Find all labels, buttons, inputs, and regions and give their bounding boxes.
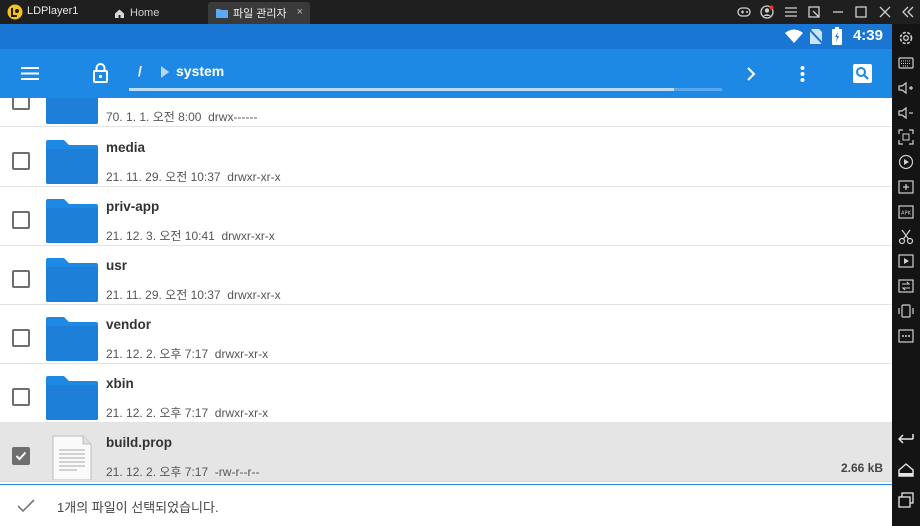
document-icon [52, 435, 92, 480]
emulator-side-toolbar: APK [892, 24, 920, 526]
volume-down-icon[interactable] [898, 105, 914, 121]
row-checkbox[interactable] [12, 270, 30, 288]
emulator-titlebar: LDPlayer1 Home 파일 관리자 × [0, 0, 920, 24]
home-icon[interactable] [898, 462, 914, 478]
file-meta: 70. 1. 1. 오전 8:00 drwx------ [106, 110, 258, 124]
file-size: 2.66 kB [840, 461, 883, 475]
tab-home-label: Home [130, 7, 160, 19]
file-name: build.prop [106, 435, 172, 450]
svg-text:APK: APK [901, 211, 911, 217]
account-icon[interactable] [756, 0, 780, 24]
path-root[interactable]: / [138, 63, 142, 79]
popout-icon[interactable] [803, 0, 827, 24]
status-bar: 4:39 [0, 24, 892, 49]
path-segment-system[interactable]: system [176, 63, 224, 79]
folder-icon [46, 258, 98, 302]
row-checkbox[interactable] [12, 329, 30, 347]
video-icon[interactable] [898, 253, 914, 269]
path-separator-icon [161, 66, 169, 78]
no-sim-icon [809, 28, 823, 45]
file-meta: 21. 12. 2. 오후 7:17 -rw-r--r-- [106, 465, 260, 479]
sync-icon[interactable] [898, 278, 914, 294]
file-meta: 21. 11. 29. 오전 10:37 drwxr-xr-x [106, 288, 281, 302]
folder-icon [46, 376, 98, 420]
chevron-right-icon[interactable] [747, 67, 756, 81]
tab-close-icon[interactable]: × [297, 6, 303, 18]
list-item[interactable]: usr 21. 11. 29. 오전 10:37 drwxr-xr-x [0, 246, 892, 305]
list-item-selected[interactable]: build.prop 21. 12. 2. 오후 7:17 -rw-r--r--… [0, 423, 892, 482]
wifi-icon [785, 29, 803, 43]
file-meta: 21. 12. 2. 오후 7:17 drwxr-xr-x [106, 406, 269, 420]
add-app-icon[interactable] [898, 179, 914, 195]
file-meta: 21. 12. 2. 오후 7:17 drwxr-xr-x [106, 347, 269, 361]
tab-file-manager[interactable]: 파일 관리자 × [208, 2, 310, 24]
file-list: 70. 1. 1. 오전 8:00 drwx------ media 21. 1… [0, 98, 892, 484]
list-item[interactable]: vendor 21. 12. 2. 오후 7:17 drwxr-xr-x [0, 305, 892, 364]
maximize-icon[interactable] [850, 0, 874, 24]
minimize-icon[interactable] [826, 0, 850, 24]
folder-icon [46, 317, 98, 361]
menu-icon[interactable] [779, 0, 803, 24]
window-controls [732, 0, 920, 24]
more-vert-icon[interactable] [800, 66, 805, 82]
row-checkbox[interactable] [12, 98, 30, 110]
ldplayer-logo-icon [7, 4, 23, 20]
tab-home[interactable]: Home [108, 2, 206, 24]
file-name: media [106, 140, 146, 155]
keyboard-icon[interactable] [898, 55, 914, 71]
collapse-icon[interactable] [897, 0, 920, 24]
list-item[interactable]: xbin 21. 12. 2. 오후 7:17 drwxr-xr-x [0, 364, 892, 423]
path-scroll-thumb[interactable] [129, 88, 674, 91]
selection-message: 1개의 파일이 선택되었습니다. [57, 500, 219, 515]
apk-icon[interactable]: APK [898, 204, 914, 220]
screenshot-icon[interactable] [898, 129, 914, 145]
row-checkbox[interactable] [12, 211, 30, 229]
file-name: xbin [106, 376, 134, 391]
folder-icon [46, 140, 98, 184]
app-title: LDPlayer1 [27, 5, 79, 17]
settings-icon[interactable] [898, 30, 914, 46]
gamepad-icon[interactable] [732, 0, 756, 24]
selection-bar: 1개의 파일이 선택되었습니다. [0, 484, 892, 526]
folder-icon [216, 9, 228, 18]
file-name: priv-app [106, 199, 160, 214]
folder-icon [46, 98, 98, 124]
close-icon[interactable] [873, 0, 897, 24]
scissors-icon[interactable] [898, 229, 914, 245]
row-checkbox[interactable] [12, 152, 30, 170]
lock-icon[interactable] [93, 63, 108, 83]
recents-icon[interactable] [898, 492, 914, 508]
check-icon [15, 451, 27, 461]
home-icon [115, 9, 124, 18]
file-meta: 21. 11. 29. 오전 10:37 drwxr-xr-x [106, 170, 281, 184]
row-checkbox[interactable] [12, 388, 30, 406]
tab-file-manager-label: 파일 관리자 [233, 8, 287, 20]
shake-icon[interactable] [898, 303, 914, 319]
list-item[interactable]: priv-app 21. 12. 3. 오전 10:41 drwxr-xr-x [0, 187, 892, 246]
search-icon[interactable] [853, 64, 872, 83]
row-checkbox-checked[interactable] [12, 447, 30, 465]
android-screen: 4:39 / system 70. 1. 1. 오전 8:00 drwx----… [0, 24, 892, 526]
more-icon[interactable] [898, 328, 914, 344]
folder-icon [46, 199, 98, 243]
file-meta: 21. 12. 3. 오전 10:41 drwxr-xr-x [106, 229, 275, 243]
menu-icon[interactable] [21, 67, 39, 80]
confirm-check-icon[interactable] [17, 499, 35, 513]
record-icon[interactable] [898, 154, 914, 170]
back-icon[interactable] [898, 430, 914, 446]
list-item[interactable]: media 21. 11. 29. 오전 10:37 drwxr-xr-x [0, 128, 892, 187]
file-name: vendor [106, 317, 152, 332]
status-time: 4:39 [852, 27, 883, 44]
battery-icon [832, 27, 842, 45]
file-name: usr [106, 258, 128, 273]
list-item[interactable]: 70. 1. 1. 오전 8:00 drwx------ [0, 98, 892, 127]
volume-up-icon[interactable] [898, 80, 914, 96]
